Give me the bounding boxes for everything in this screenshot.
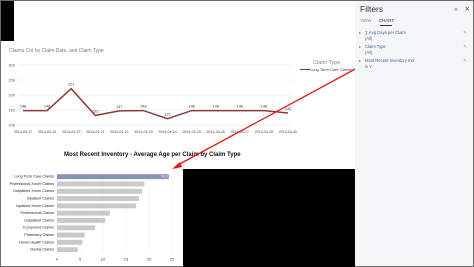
filter-claim-type[interactable]: ▸ Claim Type ✎ (All) — [359, 44, 469, 55]
category-label: Pharmacy Claims — [24, 233, 54, 237]
category-label: Home Health Claims — [19, 240, 54, 244]
filter-name: Most Recent Inventory Ind — [365, 58, 414, 63]
x-tick-label: 15 — [124, 256, 129, 261]
close-icon[interactable]: ✕ — [465, 6, 470, 13]
data-label: 24.3 — [161, 175, 168, 179]
category-label: Compound Claims — [23, 226, 54, 230]
bar — [57, 196, 139, 201]
bar — [57, 181, 145, 187]
x-tick-label: 10 — [101, 256, 106, 261]
eraser-icon[interactable]: ✎ — [463, 58, 467, 64]
category-label: Long Term Care Claims — [14, 175, 54, 179]
x-tick-label: 5 — [79, 256, 82, 261]
bar — [57, 218, 106, 223]
filter-name: Claim Type — [365, 44, 386, 49]
bar — [57, 203, 137, 209]
pane-icons: » ✕ — [449, 5, 470, 13]
category-label: Outpatient Xover Claims — [13, 189, 54, 193]
filter-value: (All) — [365, 50, 373, 55]
category-label: Outpatient Claims — [24, 218, 54, 222]
eraser-icon[interactable]: ✎ — [463, 30, 467, 36]
tab-chart[interactable]: CHART — [379, 18, 394, 23]
dashboard-canvas: Claims Cnt by Claim Date, and Claim Type… — [1, 1, 355, 267]
category-label: Dental Claims — [30, 248, 54, 252]
eraser-icon[interactable]: ✎ — [463, 44, 467, 50]
pane-tabs: VIEW CHART — [360, 18, 394, 23]
bar — [57, 210, 110, 216]
filter-name: ∑ Avg Days per Claim — [365, 30, 406, 35]
category-label: Inpatient Claims — [27, 197, 54, 201]
filter-value: (All) — [365, 36, 373, 41]
bar — [57, 239, 83, 245]
active-tab-indicator — [380, 25, 392, 26]
filter-avg-days[interactable]: ▸ ∑ Avg Days per Claim ✎ (All) — [359, 30, 469, 41]
x-tick-label: 20 — [147, 256, 152, 261]
bar — [57, 225, 96, 231]
category-label: Professional Claims — [20, 211, 54, 215]
bar — [57, 247, 78, 253]
filter-value: is Y — [365, 64, 372, 69]
x-tick-label: 0 — [56, 256, 59, 261]
empty-black-panel — [183, 169, 355, 267]
filter-most-recent[interactable]: ▸ Most Recent Inventory Ind ✎ is Y — [359, 58, 469, 69]
bar — [57, 232, 85, 238]
tab-view[interactable]: VIEW — [360, 18, 372, 23]
expand-icon[interactable]: » — [454, 6, 458, 13]
x-tick-label: 25 — [170, 256, 175, 261]
pane-title: Filters — [360, 4, 384, 14]
category-label: Professional Xover Claims — [9, 182, 54, 186]
category-label: Inpatient Xover Claims — [16, 204, 54, 208]
bar — [57, 174, 169, 180]
filters-pane: Filters » ✕ VIEW CHART ▸ ∑ Avg Days per C… — [355, 1, 473, 266]
bar — [57, 188, 143, 194]
